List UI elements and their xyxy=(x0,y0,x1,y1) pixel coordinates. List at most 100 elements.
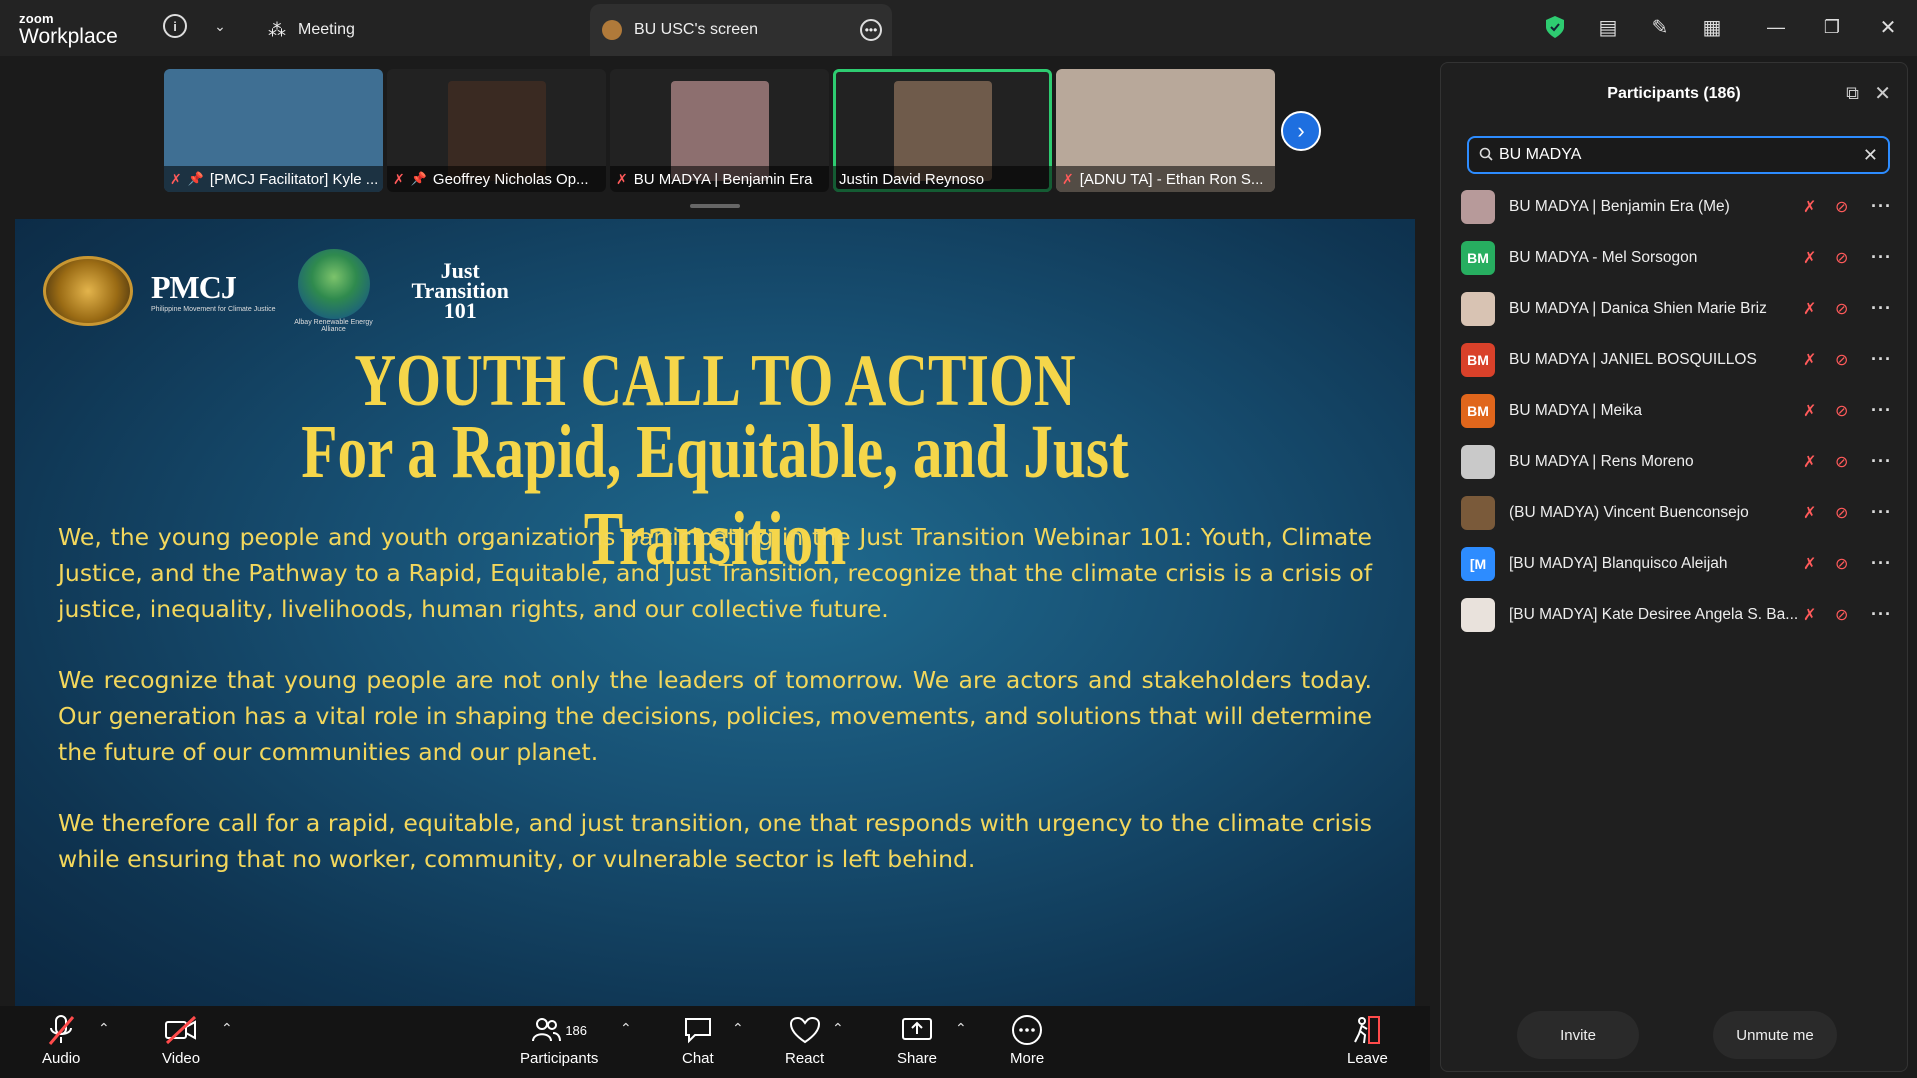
react-options-caret-icon[interactable]: ⌃ xyxy=(832,1020,844,1037)
more-options-icon[interactable]: ··· xyxy=(1871,196,1892,217)
video-thumb[interactable]: ✗ [ADNU TA] - Ethan Ron S... xyxy=(1056,69,1275,192)
video-off-icon[interactable]: ⊘ xyxy=(1835,350,1848,370)
invite-button[interactable]: Invite xyxy=(1517,1011,1639,1059)
muted-mic-icon[interactable]: ✗ xyxy=(1803,554,1816,574)
participant-row[interactable]: BM BU MADYA | JANIEL BOSQUILLOS ✗ ⊘ ··· xyxy=(1461,334,1901,385)
video-off-icon xyxy=(164,1012,198,1048)
more-options-icon[interactable]: ··· xyxy=(1871,604,1892,625)
tab-meeting[interactable]: ⁂ Meeting xyxy=(268,4,355,56)
annotate-icon[interactable]: ✎ xyxy=(1648,14,1672,40)
video-name: [PMCJ Facilitator] Kyle ... xyxy=(209,170,379,188)
leave-button[interactable]: Leave xyxy=(1347,1012,1388,1067)
share-screen-icon xyxy=(901,1012,933,1048)
video-off-icon[interactable]: ⊘ xyxy=(1835,503,1848,523)
share-options-caret-icon[interactable]: ⌃ xyxy=(955,1020,967,1037)
avatar: BM xyxy=(1461,240,1495,275)
participant-row[interactable]: BU MADYA | Benjamin Era (Me) ✗ ⊘ ··· xyxy=(1461,181,1901,232)
zoom-window: zoom Workplace i ⌄ ⁂ Meeting BU USC's sc… xyxy=(0,0,1917,1078)
tab-screen-label: BU USC's screen xyxy=(634,21,758,38)
more-options-icon[interactable]: ··· xyxy=(1871,298,1892,319)
pin-icon: 📌 xyxy=(187,171,204,186)
video-button[interactable]: Video xyxy=(162,1012,200,1067)
audio-button[interactable]: Audio xyxy=(42,1012,80,1067)
participants-count: 186 xyxy=(565,1022,588,1038)
search-input[interactable] xyxy=(1499,146,1839,164)
close-panel-icon[interactable]: ✕ xyxy=(1874,81,1891,106)
meeting-icon: ⁂ xyxy=(268,19,286,40)
video-name: BU MADYA | Benjamin Era xyxy=(633,170,813,188)
share-button[interactable]: Share xyxy=(897,1012,937,1067)
participant-name: (BU MADYA) Vincent Buenconsejo xyxy=(1509,503,1749,521)
video-off-icon[interactable]: ⊘ xyxy=(1835,299,1848,319)
participant-row[interactable]: (BU MADYA) Vincent Buenconsejo ✗ ⊘ ··· xyxy=(1461,487,1901,538)
participants-button[interactable]: 186 Participants xyxy=(520,1012,598,1067)
video-off-icon[interactable]: ⊘ xyxy=(1835,401,1848,421)
more-options-icon[interactable]: ··· xyxy=(1871,502,1892,523)
participant-row[interactable]: [BU MADYA] Kate Desiree Angela S. Ba... … xyxy=(1461,589,1901,640)
unmute-me-button[interactable]: Unmute me xyxy=(1713,1011,1837,1059)
chevron-down-icon[interactable]: ⌄ xyxy=(210,14,230,38)
apps-icon[interactable]: ▦ xyxy=(1700,14,1724,40)
pop-out-icon[interactable]: ⧉ xyxy=(1846,83,1859,104)
participant-name: BU MADYA | Rens Moreno xyxy=(1509,452,1694,470)
muted-mic-icon[interactable]: ✗ xyxy=(1803,248,1816,268)
search-icon xyxy=(1479,147,1493,164)
info-icon[interactable]: i xyxy=(163,14,187,38)
strip-resize-handle[interactable] xyxy=(690,204,740,208)
tab-shared-screen[interactable]: BU USC's screen ••• xyxy=(590,4,892,56)
security-shield-icon[interactable] xyxy=(1544,14,1566,40)
more-options-icon[interactable]: ··· xyxy=(1871,553,1892,574)
brand-zoom: zoom xyxy=(19,11,54,26)
participant-row[interactable]: [M [BU MADYA] Blanquisco Aleijah ✗ ⊘ ··· xyxy=(1461,538,1901,589)
slide-paragraph: We therefore call for a rapid, equitable… xyxy=(58,809,1372,873)
audio-options-caret-icon[interactable]: ⌃ xyxy=(98,1020,110,1037)
participant-name: BU MADYA | Benjamin Era (Me) xyxy=(1509,197,1730,215)
muted-mic-icon[interactable]: ✗ xyxy=(1803,299,1816,319)
muted-mic-icon[interactable]: ✗ xyxy=(1803,197,1816,217)
avatar xyxy=(1461,189,1495,224)
clear-search-icon[interactable]: ✕ xyxy=(1863,145,1878,166)
participant-row[interactable]: BM BU MADYA | Meika ✗ ⊘ ··· xyxy=(1461,385,1901,436)
more-options-icon[interactable]: ··· xyxy=(1871,349,1892,370)
chat-button[interactable]: Chat xyxy=(682,1012,714,1067)
restore-icon[interactable]: ❐ xyxy=(1820,14,1844,40)
video-off-icon[interactable]: ⊘ xyxy=(1835,452,1848,472)
video-off-icon[interactable]: ⊘ xyxy=(1835,248,1848,268)
screen-options-icon[interactable]: ••• xyxy=(860,19,882,41)
video-off-icon[interactable]: ⊘ xyxy=(1835,197,1848,217)
participant-row[interactable]: BM BU MADYA - Mel Sorsogon ✗ ⊘ ··· xyxy=(1461,232,1901,283)
chat-options-caret-icon[interactable]: ⌃ xyxy=(732,1020,744,1037)
participant-search[interactable]: ✕ xyxy=(1467,136,1890,174)
participants-options-caret-icon[interactable]: ⌃ xyxy=(620,1020,632,1037)
muted-mic-icon: ✗ xyxy=(616,170,628,187)
avatar: BM xyxy=(1461,393,1495,428)
video-thumb[interactable]: ✗ BU MADYA | Benjamin Era xyxy=(610,69,829,192)
more-options-icon[interactable]: ··· xyxy=(1871,247,1892,268)
video-off-icon[interactable]: ⊘ xyxy=(1835,554,1848,574)
video-off-icon[interactable]: ⊘ xyxy=(1835,605,1848,625)
close-window-icon[interactable]: ✕ xyxy=(1876,14,1900,40)
notes-icon[interactable]: ▤ xyxy=(1596,14,1620,40)
muted-mic-icon[interactable]: ✗ xyxy=(1803,350,1816,370)
participant-name: BU MADYA | Danica Shien Marie Briz xyxy=(1509,299,1767,317)
panel-title: Participants (186) xyxy=(1607,85,1741,102)
participant-row[interactable]: BU MADYA | Rens Moreno ✗ ⊘ ··· xyxy=(1461,436,1901,487)
participant-row[interactable]: BU MADYA | Danica Shien Marie Briz ✗ ⊘ ·… xyxy=(1461,283,1901,334)
video-thumb[interactable]: ✗ 📌 Geoffrey Nicholas Op... xyxy=(387,69,606,192)
more-button[interactable]: More xyxy=(1010,1012,1044,1067)
minimize-icon[interactable]: — xyxy=(1764,14,1788,40)
next-page-button[interactable]: › xyxy=(1281,111,1321,151)
video-thumb-active-speaker[interactable]: Justin David Reynoso xyxy=(833,69,1052,192)
muted-mic-icon[interactable]: ✗ xyxy=(1803,452,1816,472)
title-bar: zoom Workplace i ⌄ ⁂ Meeting BU USC's sc… xyxy=(0,0,1917,56)
more-options-icon[interactable]: ··· xyxy=(1871,400,1892,421)
more-options-icon[interactable]: ··· xyxy=(1871,451,1892,472)
react-button[interactable]: React xyxy=(785,1012,824,1067)
avatar xyxy=(1461,495,1495,530)
muted-mic-icon[interactable]: ✗ xyxy=(1803,401,1816,421)
muted-mic-icon: ✗ xyxy=(170,170,182,187)
muted-mic-icon[interactable]: ✗ xyxy=(1803,605,1816,625)
video-thumb[interactable]: ✗ 📌 [PMCJ Facilitator] Kyle ... xyxy=(164,69,383,192)
video-options-caret-icon[interactable]: ⌃ xyxy=(221,1020,233,1037)
muted-mic-icon[interactable]: ✗ xyxy=(1803,503,1816,523)
